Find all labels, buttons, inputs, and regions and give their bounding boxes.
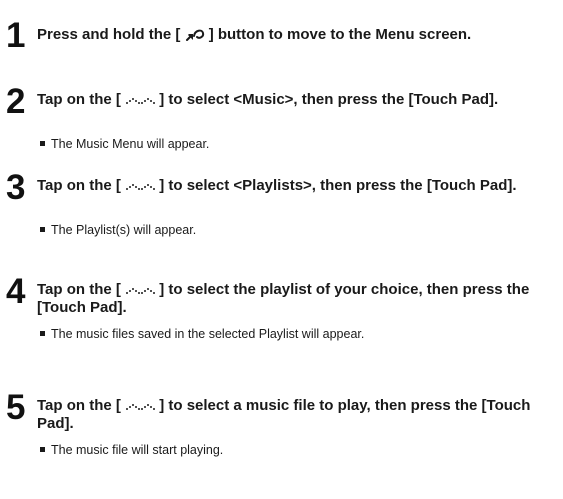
- instruction-text-before: Tap on the [: [37, 281, 126, 298]
- step-instruction: Tap on the [ ] to select <Music>, then p…: [37, 91, 559, 109]
- step-note: The music file will start playing.: [40, 443, 223, 458]
- bullet-icon: [40, 447, 45, 453]
- step-note: The music files saved in the selected Pl…: [40, 327, 364, 342]
- step-number: 5: [6, 388, 26, 427]
- step-number: 4: [6, 272, 26, 311]
- instruction-text-before: Tap on the [: [37, 177, 126, 194]
- step-instruction: Tap on the [ ] to select a music file to…: [37, 397, 559, 433]
- touch-strip-icon: [126, 98, 156, 104]
- step-number: 1: [6, 16, 26, 55]
- back-icon: [185, 29, 204, 41]
- step-instruction: Press and hold the [ ] button to move to…: [37, 26, 559, 44]
- note-text: The Playlist(s) will appear.: [51, 223, 197, 237]
- step-number: 3: [6, 168, 26, 207]
- touch-strip-icon: [126, 404, 156, 410]
- instruction-text-before: Tap on the [: [37, 397, 126, 414]
- bullet-icon: [40, 141, 45, 147]
- instruction-text-after: ] to select <Music>, then press the [Tou…: [155, 91, 499, 108]
- instruction-text-after: ] button to move to the Menu screen.: [204, 26, 472, 43]
- bullet-icon: [40, 331, 45, 337]
- note-text: The Music Menu will appear.: [51, 137, 210, 151]
- touch-strip-icon: [126, 184, 156, 190]
- instruction-text-before: Tap on the [: [37, 91, 126, 108]
- note-text: The music file will start playing.: [51, 443, 224, 457]
- instruction-text-before: Press and hold the [: [37, 26, 185, 43]
- instruction-text-after: ] to select <Playlists>, then press the …: [155, 177, 517, 194]
- touch-strip-icon: [126, 288, 156, 294]
- step-note: The Playlist(s) will appear.: [40, 223, 196, 238]
- step-instruction: Tap on the [ ] to select <Playlists>, th…: [37, 177, 559, 195]
- bullet-icon: [40, 227, 45, 233]
- step-number: 2: [6, 82, 26, 121]
- step-note: The Music Menu will appear.: [40, 137, 209, 152]
- step-instruction: Tap on the [ ] to select the playlist of…: [37, 281, 559, 317]
- note-text: The music files saved in the selected Pl…: [51, 327, 365, 341]
